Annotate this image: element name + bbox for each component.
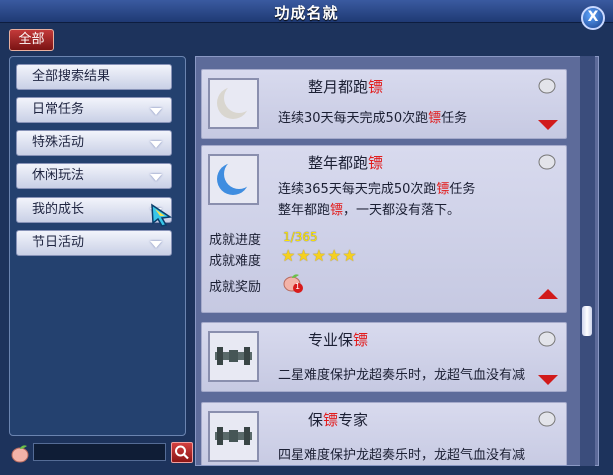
category-festival[interactable]: 节日活动: [16, 230, 172, 256]
scrollbar-thumb[interactable]: [582, 306, 592, 336]
expand-arrow-icon[interactable]: [538, 375, 558, 385]
search-input[interactable]: [33, 443, 166, 461]
crescent-moon-icon: [208, 78, 259, 129]
collapse-arrow-icon[interactable]: [538, 289, 558, 299]
achievement-description: 四星难度保护龙超奏乐时，龙超气血没有减: [278, 448, 526, 463]
all-filter-button[interactable]: 全部: [9, 29, 54, 51]
progress-label: 成就进度: [209, 233, 262, 248]
difficulty-label: 成就难度: [209, 254, 262, 269]
search-button[interactable]: [171, 442, 193, 463]
achievement-description: 连续30天每天完成50次跑镖任务: [278, 111, 468, 126]
achievement-title: 整年都跑镖: [308, 154, 384, 172]
category-all-results[interactable]: 全部搜索结果: [16, 64, 172, 90]
achievement-title: 专业保镖: [308, 331, 369, 349]
category-label: 日常任务: [32, 102, 85, 117]
achievement-window: 功成名就 X 全部 全部搜索结果 日常任务 特殊活动 休闲玩法 我的成长 节日活…: [0, 0, 613, 475]
category-daily-tasks[interactable]: 日常任务: [16, 97, 172, 123]
reward-label: 成就奖励: [209, 280, 262, 295]
expand-arrow-icon[interactable]: [538, 120, 558, 130]
progress-value: 1/365: [283, 230, 318, 244]
peach-icon: [11, 445, 29, 463]
close-button[interactable]: X: [581, 6, 605, 30]
search-icon: [175, 445, 189, 460]
difficulty-stars: ★★★★★: [281, 246, 358, 265]
peach-bookmark-icon[interactable]: [536, 329, 558, 347]
blue-crescent-moon-icon: [208, 154, 259, 205]
achievement-card-expanded[interactable]: 整年都跑镖 连续365天每天完成50次跑镖任务 整年都跑镖，一天都没有落下。 成…: [201, 145, 567, 313]
achievement-card[interactable]: 保镖专家 四星难度保护龙超奏乐时，龙超气血没有减: [201, 402, 567, 465]
search-row: [9, 441, 193, 465]
peach-bookmark-icon[interactable]: [536, 76, 558, 94]
category-label: 我的成长: [32, 202, 85, 217]
achievement-list: 整月都跑镖 连续30天每天完成50次跑镖任务 整年都跑镖 连续365天每天完成5…: [195, 56, 599, 466]
chevron-down-icon: [150, 141, 162, 148]
chain-ornament-icon: [208, 331, 259, 382]
window-title: 功成名就: [274, 4, 339, 22]
achievement-description: 二星难度保护龙超奏乐时，龙超气血没有减: [278, 368, 526, 383]
reward-count: 1: [295, 282, 301, 291]
chain-ornament-icon: [208, 411, 259, 462]
category-label: 特殊活动: [32, 135, 85, 150]
category-sidebar: 全部搜索结果 日常任务 特殊活动 休闲玩法 我的成长 节日活动: [9, 56, 186, 436]
mouse-cursor-icon: [151, 203, 172, 227]
achievement-description-2: 整年都跑镖，一天都没有落下。: [278, 203, 461, 218]
category-label: 节日活动: [32, 235, 85, 250]
achievement-card[interactable]: 整月都跑镖 连续30天每天完成50次跑镖任务: [201, 69, 567, 139]
category-label: 全部搜索结果: [32, 69, 111, 84]
achievement-card[interactable]: 专业保镖 二星难度保护龙超奏乐时，龙超气血没有减: [201, 322, 567, 392]
title-bar[interactable]: 功成名就: [0, 0, 613, 23]
peach-bookmark-icon[interactable]: [536, 409, 558, 427]
peach-icon: [283, 274, 303, 293]
chevron-down-icon: [150, 108, 162, 115]
category-special-events[interactable]: 特殊活动: [16, 130, 172, 156]
achievement-description: 连续365天每天完成50次跑镖任务: [278, 182, 476, 197]
category-label: 休闲玩法: [32, 168, 85, 183]
achievement-title: 保镖专家: [308, 411, 369, 429]
chevron-down-icon: [150, 174, 162, 181]
reward-item[interactable]: 1: [282, 273, 304, 295]
category-leisure[interactable]: 休闲玩法: [16, 163, 172, 189]
peach-bookmark-icon[interactable]: [536, 152, 558, 170]
scrollbar[interactable]: [580, 56, 595, 466]
achievement-title: 整月都跑镖: [308, 78, 384, 96]
chevron-down-icon: [150, 241, 162, 248]
category-my-growth[interactable]: 我的成长: [16, 197, 172, 223]
